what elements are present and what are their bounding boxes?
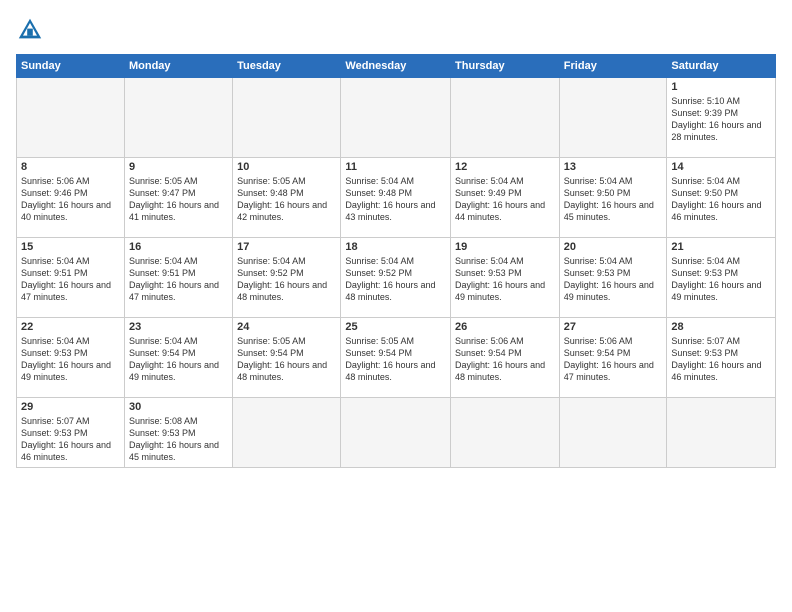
calendar-cell: 25 Sunrise: 5:05 AMSunset: 9:54 PMDayligh… bbox=[341, 318, 451, 398]
day-number: 18 bbox=[345, 241, 446, 253]
day-info: Sunrise: 5:06 AMSunset: 9:46 PMDaylight:… bbox=[21, 175, 120, 224]
day-number: 27 bbox=[564, 321, 663, 333]
calendar-day-header: Sunday bbox=[17, 55, 125, 78]
calendar-cell: 21 Sunrise: 5:04 AMSunset: 9:53 PMDayligh… bbox=[667, 238, 776, 318]
calendar-cell bbox=[233, 78, 341, 158]
calendar-table: SundayMondayTuesdayWednesdayThursdayFrid… bbox=[16, 54, 776, 468]
day-info: Sunrise: 5:07 AMSunset: 9:53 PMDaylight:… bbox=[671, 335, 771, 384]
calendar-day-header: Thursday bbox=[451, 55, 560, 78]
day-number: 13 bbox=[564, 161, 663, 173]
day-info: Sunrise: 5:04 AMSunset: 9:53 PMDaylight:… bbox=[455, 255, 555, 304]
calendar-cell bbox=[341, 78, 451, 158]
calendar-cell bbox=[341, 398, 451, 468]
calendar-cell: 1 Sunrise: 5:10 AMSunset: 9:39 PMDaylight… bbox=[667, 78, 776, 158]
day-info: Sunrise: 5:04 AMSunset: 9:52 PMDaylight:… bbox=[237, 255, 336, 304]
calendar-cell: 29 Sunrise: 5:07 AMSunset: 9:53 PMDayligh… bbox=[17, 398, 125, 468]
day-number: 28 bbox=[671, 321, 771, 333]
calendar-cell: 18 Sunrise: 5:04 AMSunset: 9:52 PMDayligh… bbox=[341, 238, 451, 318]
calendar-cell bbox=[233, 398, 341, 468]
calendar-cell: 9 Sunrise: 5:05 AMSunset: 9:47 PMDaylight… bbox=[124, 158, 232, 238]
calendar-cell: 20 Sunrise: 5:04 AMSunset: 9:53 PMDayligh… bbox=[559, 238, 667, 318]
calendar-cell bbox=[17, 78, 125, 158]
day-info: Sunrise: 5:04 AMSunset: 9:50 PMDaylight:… bbox=[671, 175, 771, 224]
day-info: Sunrise: 5:06 AMSunset: 9:54 PMDaylight:… bbox=[564, 335, 663, 384]
calendar-cell: 11 Sunrise: 5:04 AMSunset: 9:48 PMDayligh… bbox=[341, 158, 451, 238]
calendar-cell: 19 Sunrise: 5:04 AMSunset: 9:53 PMDayligh… bbox=[451, 238, 560, 318]
calendar-cell: 28 Sunrise: 5:07 AMSunset: 9:53 PMDayligh… bbox=[667, 318, 776, 398]
calendar-day-header: Monday bbox=[124, 55, 232, 78]
day-info: Sunrise: 5:05 AMSunset: 9:54 PMDaylight:… bbox=[237, 335, 336, 384]
day-info: Sunrise: 5:10 AMSunset: 9:39 PMDaylight:… bbox=[671, 95, 771, 144]
day-number: 11 bbox=[345, 161, 446, 173]
day-number: 14 bbox=[671, 161, 771, 173]
day-number: 30 bbox=[129, 401, 228, 413]
day-number: 20 bbox=[564, 241, 663, 253]
calendar-header: SundayMondayTuesdayWednesdayThursdayFrid… bbox=[17, 55, 776, 78]
calendar-day-header: Wednesday bbox=[341, 55, 451, 78]
day-number: 16 bbox=[129, 241, 228, 253]
calendar-cell: 8 Sunrise: 5:06 AMSunset: 9:46 PMDaylight… bbox=[17, 158, 125, 238]
day-number: 22 bbox=[21, 321, 120, 333]
calendar-cell: 26 Sunrise: 5:06 AMSunset: 9:54 PMDayligh… bbox=[451, 318, 560, 398]
day-info: Sunrise: 5:05 AMSunset: 9:47 PMDaylight:… bbox=[129, 175, 228, 224]
day-number: 26 bbox=[455, 321, 555, 333]
day-info: Sunrise: 5:04 AMSunset: 9:53 PMDaylight:… bbox=[21, 335, 120, 384]
day-number: 21 bbox=[671, 241, 771, 253]
day-number: 17 bbox=[237, 241, 336, 253]
calendar-cell bbox=[451, 398, 560, 468]
calendar-cell: 30 Sunrise: 5:08 AMSunset: 9:53 PMDayligh… bbox=[124, 398, 232, 468]
calendar-day-header: Saturday bbox=[667, 55, 776, 78]
calendar-cell bbox=[559, 78, 667, 158]
calendar-cell bbox=[667, 398, 776, 468]
day-number: 15 bbox=[21, 241, 120, 253]
day-number: 23 bbox=[129, 321, 228, 333]
day-number: 9 bbox=[129, 161, 228, 173]
calendar-cell: 13 Sunrise: 5:04 AMSunset: 9:50 PMDayligh… bbox=[559, 158, 667, 238]
day-number: 19 bbox=[455, 241, 555, 253]
day-info: Sunrise: 5:04 AMSunset: 9:49 PMDaylight:… bbox=[455, 175, 555, 224]
day-info: Sunrise: 5:06 AMSunset: 9:54 PMDaylight:… bbox=[455, 335, 555, 384]
day-info: Sunrise: 5:04 AMSunset: 9:50 PMDaylight:… bbox=[564, 175, 663, 224]
calendar-cell: 23 Sunrise: 5:04 AMSunset: 9:54 PMDayligh… bbox=[124, 318, 232, 398]
calendar-cell: 12 Sunrise: 5:04 AMSunset: 9:49 PMDayligh… bbox=[451, 158, 560, 238]
calendar-cell: 17 Sunrise: 5:04 AMSunset: 9:52 PMDayligh… bbox=[233, 238, 341, 318]
day-info: Sunrise: 5:05 AMSunset: 9:54 PMDaylight:… bbox=[345, 335, 446, 384]
day-info: Sunrise: 5:05 AMSunset: 9:48 PMDaylight:… bbox=[237, 175, 336, 224]
day-info: Sunrise: 5:04 AMSunset: 9:53 PMDaylight:… bbox=[671, 255, 771, 304]
day-info: Sunrise: 5:04 AMSunset: 9:53 PMDaylight:… bbox=[564, 255, 663, 304]
calendar-cell: 27 Sunrise: 5:06 AMSunset: 9:54 PMDayligh… bbox=[559, 318, 667, 398]
calendar-day-header: Friday bbox=[559, 55, 667, 78]
logo bbox=[16, 16, 48, 44]
day-info: Sunrise: 5:04 AMSunset: 9:48 PMDaylight:… bbox=[345, 175, 446, 224]
calendar-cell: 14 Sunrise: 5:04 AMSunset: 9:50 PMDayligh… bbox=[667, 158, 776, 238]
calendar-cell bbox=[124, 78, 232, 158]
day-number: 29 bbox=[21, 401, 120, 413]
day-info: Sunrise: 5:04 AMSunset: 9:51 PMDaylight:… bbox=[21, 255, 120, 304]
logo-icon bbox=[16, 16, 44, 44]
calendar-cell bbox=[559, 398, 667, 468]
day-info: Sunrise: 5:04 AMSunset: 9:54 PMDaylight:… bbox=[129, 335, 228, 384]
calendar-cell: 22 Sunrise: 5:04 AMSunset: 9:53 PMDayligh… bbox=[17, 318, 125, 398]
day-number: 24 bbox=[237, 321, 336, 333]
day-info: Sunrise: 5:07 AMSunset: 9:53 PMDaylight:… bbox=[21, 415, 120, 464]
calendar-cell bbox=[451, 78, 560, 158]
day-number: 10 bbox=[237, 161, 336, 173]
day-info: Sunrise: 5:04 AMSunset: 9:52 PMDaylight:… bbox=[345, 255, 446, 304]
calendar-day-header: Tuesday bbox=[233, 55, 341, 78]
calendar-cell: 10 Sunrise: 5:05 AMSunset: 9:48 PMDayligh… bbox=[233, 158, 341, 238]
day-info: Sunrise: 5:04 AMSunset: 9:51 PMDaylight:… bbox=[129, 255, 228, 304]
day-number: 8 bbox=[21, 161, 120, 173]
calendar-cell: 15 Sunrise: 5:04 AMSunset: 9:51 PMDayligh… bbox=[17, 238, 125, 318]
day-number: 1 bbox=[671, 81, 771, 93]
day-number: 12 bbox=[455, 161, 555, 173]
page-header bbox=[16, 16, 776, 44]
calendar-cell: 24 Sunrise: 5:05 AMSunset: 9:54 PMDayligh… bbox=[233, 318, 341, 398]
day-info: Sunrise: 5:08 AMSunset: 9:53 PMDaylight:… bbox=[129, 415, 228, 464]
day-number: 25 bbox=[345, 321, 446, 333]
calendar-cell: 16 Sunrise: 5:04 AMSunset: 9:51 PMDayligh… bbox=[124, 238, 232, 318]
